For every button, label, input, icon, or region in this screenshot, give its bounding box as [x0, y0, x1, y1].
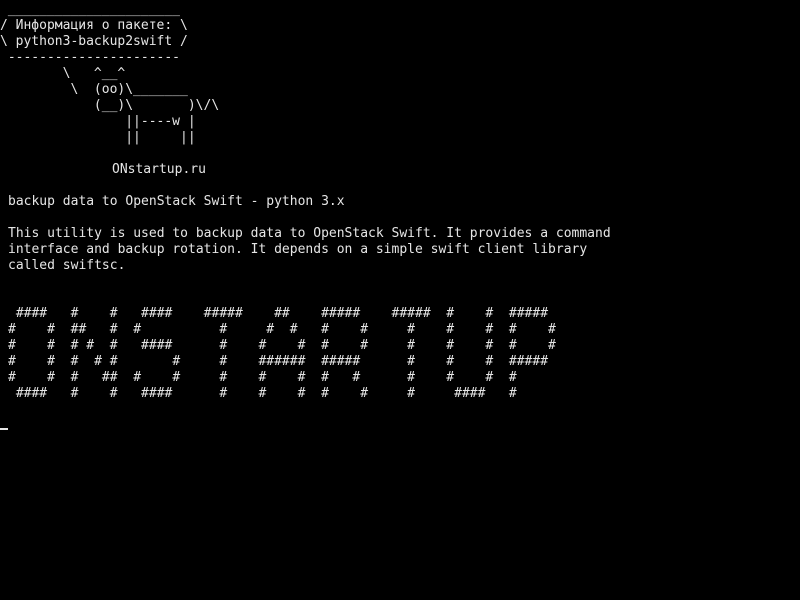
cowsay-line: \ ^__^ — [0, 66, 126, 81]
cowsay-line: \ (oo)\_______ — [0, 82, 188, 97]
banner-line: # # # # # #### # # # # # # # # # # — [8, 338, 556, 353]
cowsay-line: ||----w | — [0, 114, 196, 129]
cowsay-line: (__)\ )\/\ — [0, 98, 220, 113]
cowsay-line: || || — [0, 130, 196, 145]
description-line: called swiftsc. — [8, 258, 126, 273]
banner-line: # # ## # # # # # # # # # # # # — [8, 322, 556, 337]
banner-line: # # # # # # # ###### ##### # # # ##### — [8, 354, 549, 369]
terminal-screen[interactable]: ______________________ / Информация о па… — [0, 0, 800, 600]
description-line: interface and backup rotation. It depend… — [8, 242, 588, 257]
banner-line: #### # # #### ##### ## ##### ##### # # #… — [8, 306, 549, 321]
cowsay-line: ---------------------- — [0, 50, 181, 65]
banner-line: # # # ## # # # # # # # # # # # — [8, 370, 517, 385]
description-line: This utility is used to backup data to O… — [8, 226, 611, 241]
cowsay-line: / Информация о пакете: \ — [0, 18, 188, 33]
site-name: ONstartup.ru — [112, 162, 206, 177]
package-summary: backup data to OpenStack Swift - python … — [8, 194, 345, 209]
text-cursor — [0, 428, 8, 430]
cowsay-line: ______________________ — [0, 2, 181, 17]
banner-line: #### # # #### # # # # # # #### # — [8, 386, 517, 401]
cowsay-line: \ python3-backup2swift / — [0, 34, 188, 49]
